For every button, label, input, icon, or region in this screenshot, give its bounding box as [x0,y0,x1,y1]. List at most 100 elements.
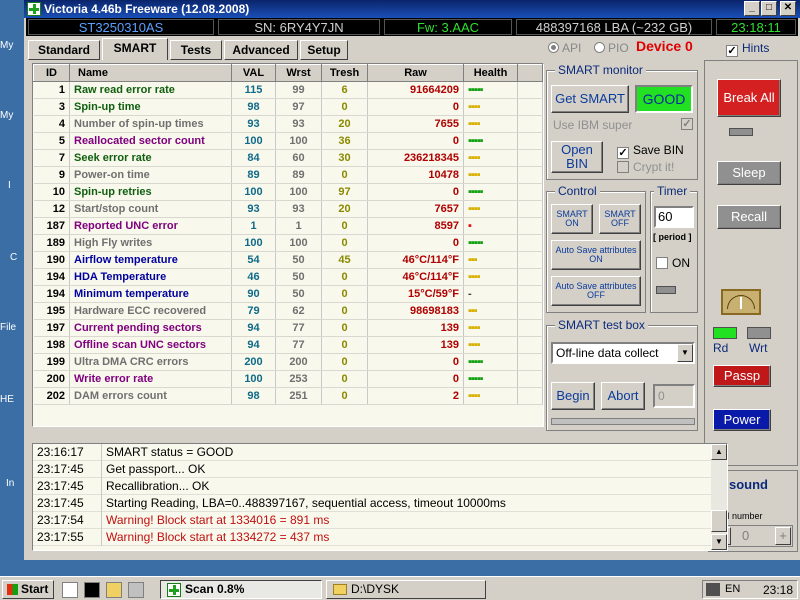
recall-button[interactable]: Recall [717,205,781,229]
smart-monitor-group: SMART monitor Get SMART GOOD Use IBM sup… [546,63,698,180]
table-row[interactable]: 194 HDA Temperature 46 50 0 46°C/114°F ▪▪▪▪ [33,268,543,286]
autosave-on-button[interactable]: Auto Save attributes ON [551,240,641,270]
desktop-icon-label[interactable]: My [0,40,24,51]
table-row[interactable]: 187 Reported UNC error 1 1 0 8597 ▪ [33,217,543,235]
desktop-icon-label[interactable]: HE [0,394,24,405]
break-all-button[interactable]: Break All [717,79,781,117]
attr-value: 93 [231,115,276,133]
ie-quicklaunch-icon[interactable] [62,582,78,598]
tray-network-icon[interactable] [706,583,720,596]
attr-worst: 93 [275,115,322,133]
hints-checkbox[interactable]: ✓ Hints [726,41,769,57]
log-message: Starting Reading, LBA=0..488397167, sequ… [101,495,506,512]
timer-group: Timer 60 [ period ] ON [650,184,698,313]
desktop-icon-label[interactable]: My [0,110,24,121]
check-icon: ✓ [726,45,738,57]
windows-logo-icon [7,584,18,595]
attr-value: 79 [231,302,276,320]
col-header-thresh[interactable]: Tresh [321,64,368,82]
timer-on-checkbox[interactable]: ON [656,256,690,270]
crypt-checkbox[interactable]: Crypt it! [617,160,674,174]
smart-attributes-table[interactable]: ID Name VAL Wrst Tresh Raw Health 1 Raw r… [32,63,544,427]
chevron-down-icon[interactable]: ▼ [677,344,693,362]
attr-raw: 236218345 [367,149,464,167]
attr-health: - [463,285,518,303]
log-scrollbar[interactable]: ▲ ▼ [711,444,727,550]
table-row[interactable]: 4 Number of spin-up times 93 93 20 7655 ▪▪▪▪ [33,115,543,133]
passp-button[interactable]: Passp [713,365,771,387]
timer-input[interactable]: 60 [654,206,694,228]
attr-name: Airflow temperature [69,251,232,269]
test-type-select[interactable]: Off-line data collect ▼ [551,342,695,364]
abort-button[interactable]: Abort [601,382,645,410]
table-row[interactable]: 12 Start/stop count 93 93 20 7657 ▪▪▪▪ [33,200,543,218]
col-header-health[interactable]: Health [463,64,518,82]
folder-quicklaunch-icon[interactable] [106,582,122,598]
tab-setup[interactable]: Setup [300,40,348,60]
attr-raw: 0 [367,353,464,371]
row-spacer [517,387,543,405]
table-row[interactable]: 198 Offline scan UNC sectors 94 77 0 139 ▪▪▪▪ [33,336,543,354]
table-row[interactable]: 202 DAM errors count 98 251 0 2 ▪▪▪▪ [33,387,543,405]
tab-advanced[interactable]: Advanced [224,40,298,60]
taskbar-folder-task[interactable]: D:\DYSK [326,580,486,599]
open-bin-button[interactable]: Open BIN [551,141,603,173]
language-indicator[interactable]: EN [725,583,740,595]
row-spacer [517,183,543,201]
row-spacer [517,268,543,286]
tab-smart[interactable]: SMART [102,38,168,60]
cmd-quicklaunch-icon[interactable] [84,582,100,598]
col-header-id[interactable]: ID [33,64,70,82]
table-row[interactable]: 189 High Fly writes 100 100 0 0 ▪▪▪▪▪ [33,234,543,252]
table-row[interactable]: 7 Seek error rate 84 60 30 236218345 ▪▪▪▪ [33,149,543,167]
taskbar-victoria-task[interactable]: Scan 0.8% [160,580,322,599]
plus-icon[interactable]: + [775,527,791,545]
tab-tests[interactable]: Tests [170,40,222,60]
tab-standard[interactable]: Standard [28,40,100,60]
col-header-worst[interactable]: Wrst [275,64,322,82]
start-button[interactable]: Start [2,580,54,599]
maximize-button[interactable]: □ [761,1,777,16]
autosave-off-button[interactable]: Auto Save attributes OFF [551,276,641,306]
table-row[interactable]: 9 Power-on time 89 89 0 10478 ▪▪▪▪ [33,166,543,184]
sleep-button[interactable]: Sleep [717,161,781,185]
attr-raw: 2 [367,387,464,405]
get-smart-button[interactable]: Get SMART [551,85,629,113]
power-button[interactable]: Power [713,409,771,431]
attr-health: ▪▪▪▪▪ [463,81,518,99]
attr-raw: 15°C/59°F [367,285,464,303]
smart-on-button[interactable]: SMART ON [551,204,593,234]
table-row[interactable]: 200 Write error rate 100 253 0 0 ▪▪▪▪▪ [33,370,543,388]
table-row[interactable]: 3 Spin-up time 98 97 0 0 ▪▪▪▪ [33,98,543,116]
attr-id: 190 [33,251,70,269]
col-header-val[interactable]: VAL [231,64,276,82]
desktop-icon-label[interactable]: File [0,322,24,333]
col-header-name[interactable]: Name [69,64,232,82]
table-row[interactable]: 5 Reallocated sector count 100 100 36 0 ▪▪▪▪▪ [33,132,543,150]
table-row[interactable]: 10 Spin-up retries 100 100 97 0 ▪▪▪▪▪ [33,183,543,201]
test-count-field[interactable]: 0 [653,384,695,408]
table-row[interactable]: 199 Ultra DMA CRC errors 200 200 0 0 ▪▪▪▪▪ [33,353,543,371]
close-button[interactable]: ✕ [780,1,796,16]
log-panel[interactable]: 23:16:17 SMART status = GOOD 23:17:45 Get p… [32,443,728,551]
attr-id: 3 [33,98,70,116]
minimize-button[interactable]: _ [744,1,760,16]
begin-button[interactable]: Begin [551,382,595,410]
table-row[interactable]: 197 Current pending sectors 94 77 0 139 ▪▪▪▪ [33,319,543,337]
attr-health: ▪▪▪▪▪ [463,370,518,388]
scroll-thumb[interactable] [711,510,727,532]
smart-off-button[interactable]: SMART OFF [599,204,641,234]
api-radio[interactable]: API [548,41,581,55]
save-bin-checkbox[interactable]: ✓ Save BIN [617,143,684,159]
table-row[interactable]: 195 Hardware ECC recovered 79 62 0 98698183 ▪▪… [33,302,543,320]
title-bar[interactable]: Victoria 4.46b Freeware (12.08.2008) _ □… [24,0,800,18]
scroll-up-icon[interactable]: ▲ [711,444,727,460]
table-row[interactable]: 1 Raw read error rate 115 99 6 91664209 ▪▪▪▪▪ [33,81,543,99]
ibm-super-checkbox[interactable]: ✓ [681,118,693,130]
scroll-down-icon[interactable]: ▼ [711,534,727,550]
table-row[interactable]: 190 Airflow temperature 54 50 45 46°C/114°F ▪▪… [33,251,543,269]
col-header-raw[interactable]: Raw [367,64,464,82]
pio-radio[interactable]: PIO [594,41,629,55]
table-row[interactable]: 194 Minimum temperature 90 50 0 15°C/59°F - [33,285,543,303]
drive-quicklaunch-icon[interactable] [128,582,144,598]
